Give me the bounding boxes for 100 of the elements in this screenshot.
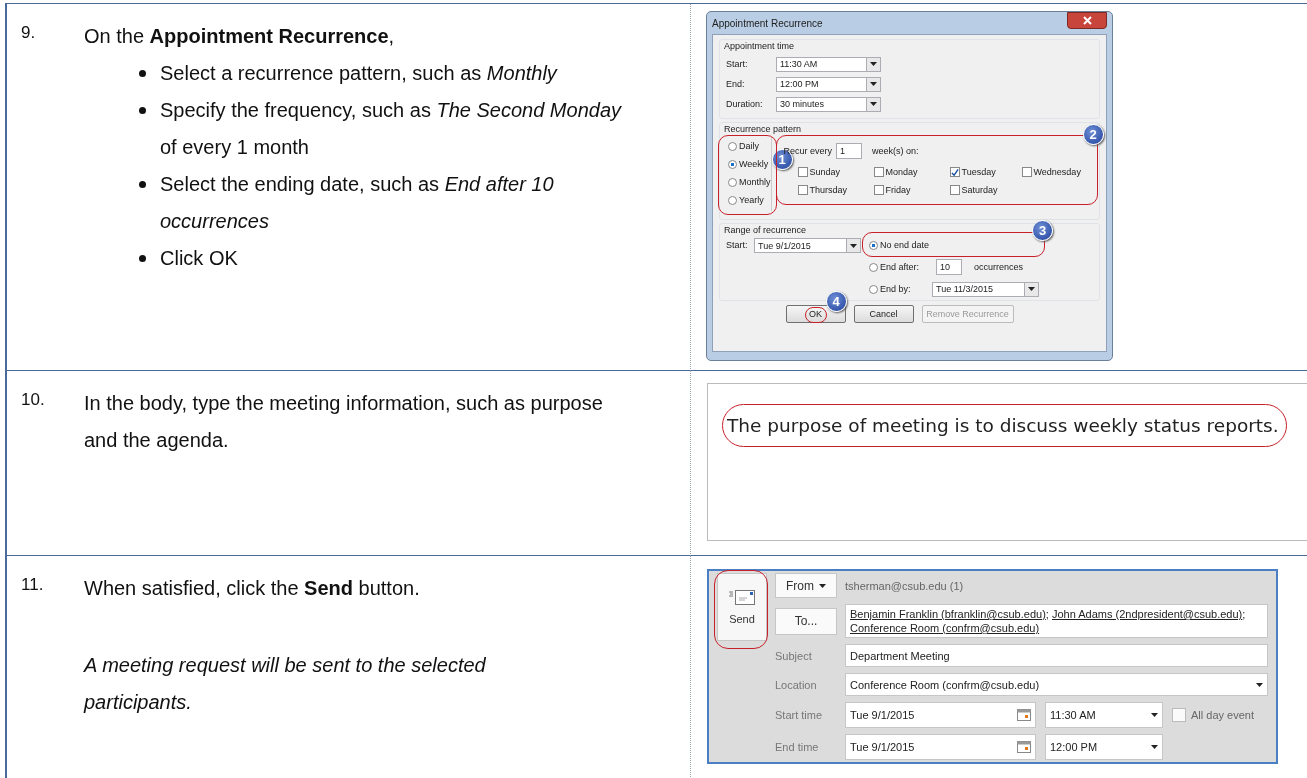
caret-icon [819,583,826,588]
sender-address: tsherman@csub.edu (1) [845,579,965,592]
location-field[interactable]: Conference Room (confrm@csub.edu) [845,673,1268,696]
field-label: occurrences [974,262,1024,272]
field-label: Start: [726,240,749,250]
radio-label: Yearly [739,195,764,205]
ok-button[interactable]: OK [785,305,846,323]
checkbox[interactable] [949,185,960,195]
bullet-icon [139,255,146,262]
caret-icon [870,82,877,86]
caret-icon [1256,682,1263,687]
checkbox[interactable] [797,185,808,195]
close-button[interactable] [1067,12,1107,29]
field-label: Duration: [726,99,764,109]
checkbox[interactable] [1172,708,1186,722]
radio-button[interactable] [869,284,878,294]
step-instruction: In the body, type the meeting information, such as purpose and the agenda. [84,391,604,453]
checkbox-label: Friday [885,185,911,195]
radio-button[interactable] [728,195,737,205]
recipients-field[interactable]: Benjamin Franklin (bfranklin@csub.edu); John Adams (2ndpresident@csub.edu); Conference Room (confrm@csub.edu) [845,604,1268,638]
step-number: 10. [21,389,46,411]
duration-dropdown[interactable]: 30 minutes [776,96,881,112]
checkbox[interactable] [949,167,960,177]
group-label: Appointment time [724,41,795,51]
bullet-icon [139,181,146,188]
field-label: Start: [726,59,749,69]
radio-label: Weekly [739,159,769,169]
caret-icon [850,243,857,248]
step-instruction: On the Appointment Recurrence, [84,24,396,49]
separator-text: ; [1045,608,1049,620]
from-button[interactable]: From [775,573,837,598]
cancel-button[interactable]: Cancel [853,305,914,323]
caret-icon [870,102,877,106]
date-field[interactable]: Tue 9/1/2015 [845,702,1036,728]
checkbox-label: Saturday [961,185,998,195]
recipient-link[interactable]: Conference Room (confrm@csub.edu) [850,622,1040,634]
send-button[interactable]: Send [717,573,767,641]
time-dropdown[interactable]: 11:30 AM [776,56,881,72]
separator-text: ; [1242,608,1246,620]
group-label: Range of recurrence [724,225,807,235]
checkbox-label: Monday [885,167,918,177]
time-dropdown[interactable]: 12:00 PM [1045,734,1163,760]
callout-badge: 2 [1082,124,1104,145]
bullet-item: Select a recurrence pattern, such as Monthly [160,61,557,86]
checkbox-label: Wednesday [1033,167,1081,177]
subject-field[interactable]: Department Meeting [845,644,1268,667]
caret-icon [1028,287,1035,291]
checkbox[interactable] [873,167,884,177]
bullet-item: Click OK [160,246,238,271]
envelope-icon [729,589,755,605]
callout-badge: 3 [1032,220,1053,241]
checkbox-label: Tuesday [961,167,996,177]
field-label: Recur every [783,146,833,156]
caret-icon [1151,713,1158,717]
number-field[interactable]: 1 [836,143,863,159]
recipient-link[interactable]: Benjamin Franklin (bfranklin@csub.edu) [850,608,1046,620]
bullet-icon [139,107,146,114]
close-icon [1082,16,1092,25]
radio-label: Monthly [739,177,771,187]
field-label: Location [775,678,818,691]
time-dropdown[interactable]: 12:00 PM [776,76,881,92]
radio-label: No end date [880,240,930,250]
step-instruction: When satisfied, click the Send button. [84,576,420,601]
field-label: End time [775,741,820,753]
date-dropdown[interactable]: Tue 11/3/2015 [932,281,1039,297]
radio-label: End after: [880,262,921,272]
step-number: 9. [21,22,37,44]
calendar-icon [1017,709,1031,721]
field-label: End: [726,79,746,89]
group-label: Recurrence pattern [724,124,802,134]
radio-button[interactable] [728,141,737,151]
bullet-item: Select the ending date, such as End after 10 occurrences [160,172,555,234]
checkbox[interactable] [797,167,808,177]
step-note: A meeting request will be sent to the selected participants. [84,653,487,715]
checkbox-label: Sunday [809,167,841,177]
bullet-icon [139,70,146,77]
radio-label: Daily [739,141,759,151]
radio-button[interactable] [869,240,878,250]
time-dropdown[interactable]: 11:30 AM [1045,702,1163,728]
field-label: week(s) on: [872,146,919,156]
radio-label: End by: [880,284,912,294]
step-number: 11. [21,574,45,596]
date-field[interactable]: Tue 9/1/2015 [845,734,1036,760]
calendar-icon [1017,741,1031,753]
radio-button[interactable] [728,159,737,169]
field-label: Start time [775,709,824,721]
checkbox-label: Thursday [809,185,848,195]
number-field[interactable]: 10 [936,259,962,275]
field-label: Subject [775,649,813,662]
caret-icon [1151,745,1158,749]
dialog-title: Appointment Recurrence [712,17,823,29]
date-dropdown[interactable]: Tue 9/1/2015 [754,238,861,253]
radio-button[interactable] [728,177,737,187]
checkbox[interactable] [1021,167,1032,177]
checkbox-label: All day event [1191,709,1254,721]
caret-icon [870,62,877,66]
radio-button[interactable] [869,262,878,272]
bullet-item: Specify the frequency, such as The Second Monday of every 1 month [160,98,623,160]
to-button[interactable]: To... [775,607,837,635]
checkbox[interactable] [873,185,884,195]
